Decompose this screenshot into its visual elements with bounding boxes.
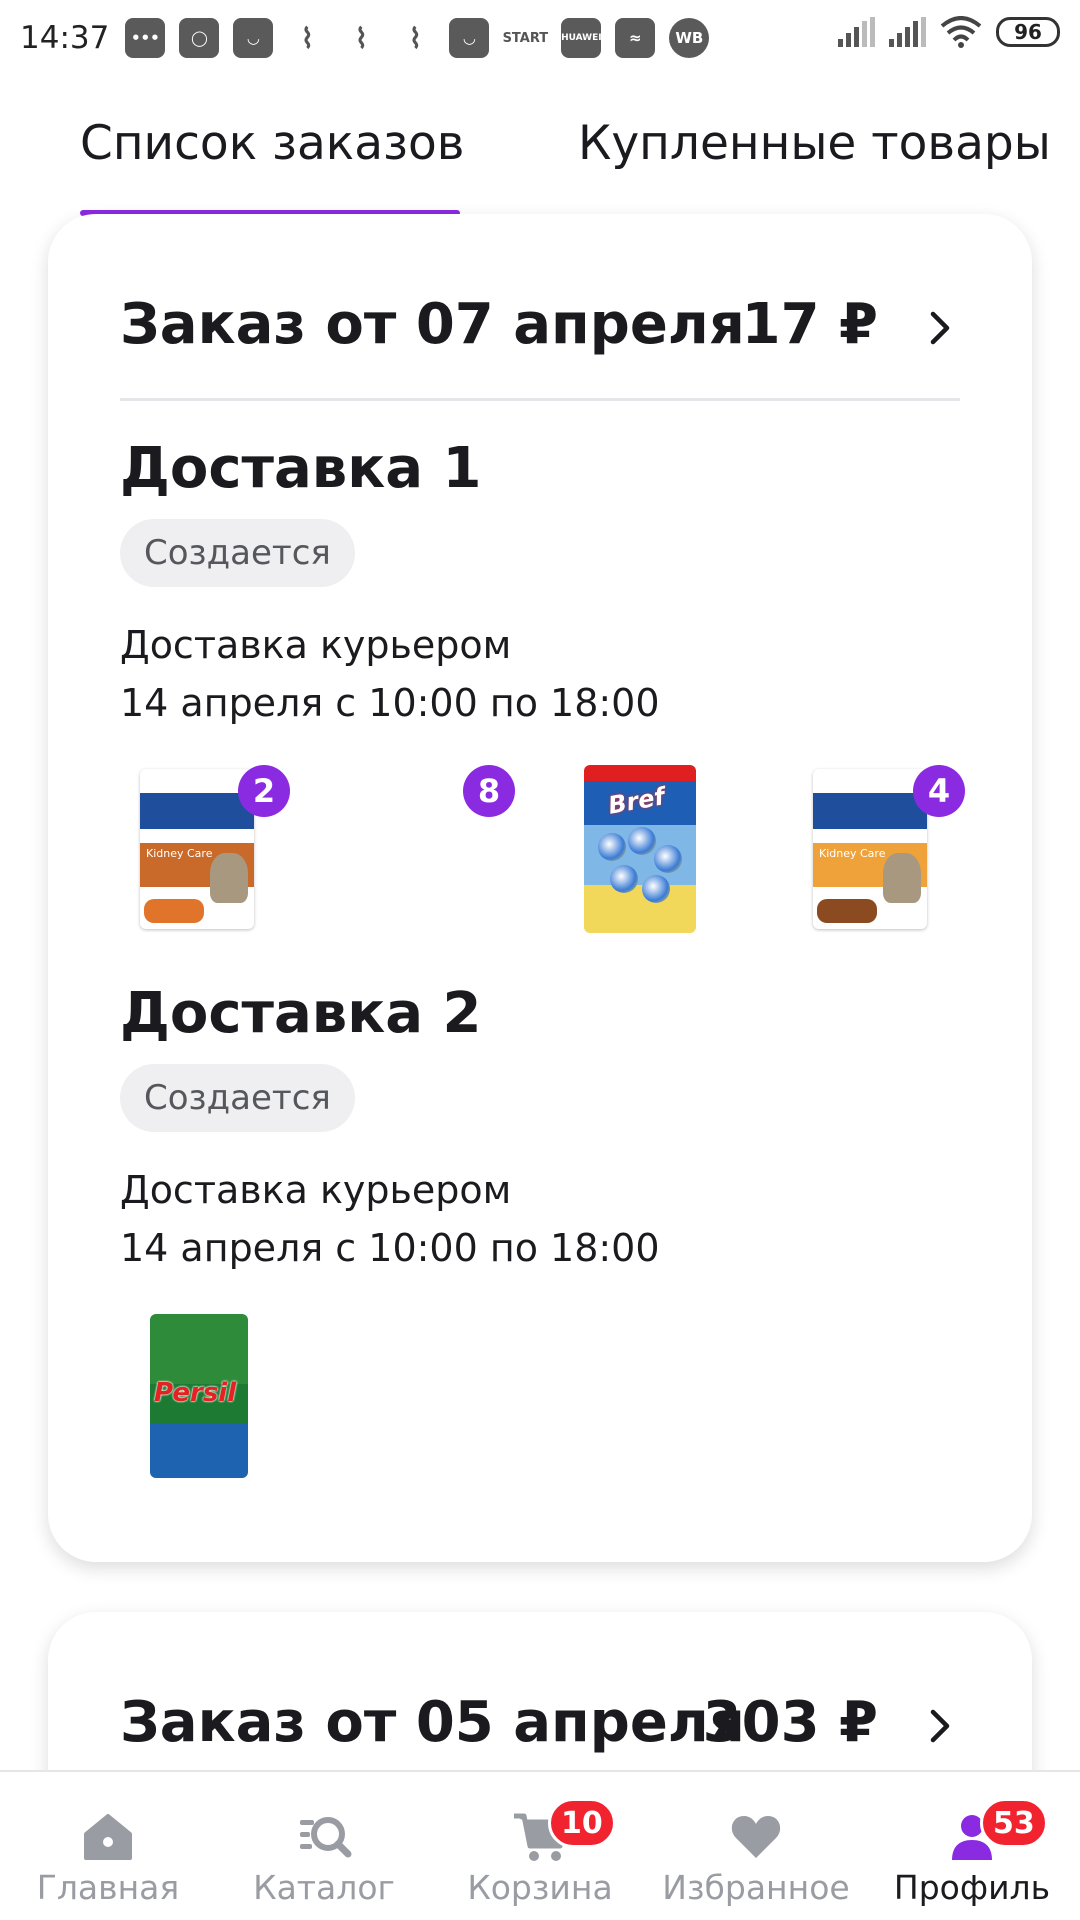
order-price: 303 ₽ — [702, 1690, 878, 1755]
chat-app-icon: ◯ — [179, 18, 220, 58]
nav-item-favorites[interactable]: Избранное — [648, 1772, 864, 1920]
nav-item-home[interactable]: Главная — [0, 1772, 216, 1920]
nav-item-catalog[interactable]: Каталог — [216, 1772, 432, 1920]
alligator-app-icon: ≈ — [615, 18, 656, 58]
product-thumbnail[interactable]: Persil — [144, 1310, 294, 1480]
tab-orders-list[interactable]: Список заказов — [80, 116, 464, 171]
pouch-label: Kidney Care — [819, 847, 886, 860]
order-title: Заказ от 07 апреля — [120, 292, 745, 357]
rss-icon: ⌇ — [300, 21, 315, 55]
product-thumbnail[interactable]: 8 — [345, 765, 515, 935]
order-card[interactable]: Заказ от 07 апреля 17 ₽ Доставка 1 Созда… — [48, 214, 1032, 1562]
catalog-search-icon — [300, 1817, 352, 1858]
bref-toilet-blocks-image: Bref — [584, 765, 696, 933]
profile-count-badge: 53 — [980, 1798, 1048, 1848]
huawei-app-icon: HUAWEI — [561, 18, 602, 58]
delivery-method: Доставка курьером — [120, 1168, 512, 1212]
delivery-time: 14 апреля с 10:00 по 18:00 — [120, 1226, 660, 1270]
wildberries-app-icon: WB — [669, 18, 710, 58]
hills-kidney-care-chicken-image: Kidney Care — [140, 769, 254, 929]
rss-icon: ⌇ — [408, 21, 423, 55]
persil-detergent-image: Persil — [150, 1314, 248, 1478]
bref-logo: Bref — [606, 782, 667, 820]
divider — [120, 398, 960, 401]
product-thumbnails: Kidney Care 2 8 Bref Kidney Care 4 — [120, 765, 965, 935]
product-count-badge: 2 — [238, 765, 290, 817]
status-bar: 14:37 ••• ◯ ◡ ⌇ ⌇ ⌇ ◡ START HUAWEI ≈ WB — [0, 0, 1080, 76]
heart-icon — [731, 1816, 781, 1858]
product-count-badge: 4 — [913, 765, 965, 817]
delivery-title: Доставка 2 — [120, 981, 482, 1046]
status-time: 14:37 — [20, 20, 110, 56]
product-thumbnail[interactable]: Bref — [570, 765, 720, 935]
start-app-icon: START — [502, 30, 549, 46]
delivery-method: Доставка курьером — [120, 623, 512, 667]
nav-label: Каталог — [253, 1868, 395, 1907]
product-count-badge: 8 — [463, 765, 515, 817]
delivery-section: Доставка 2 Создается Доставка курьером 1… — [120, 981, 960, 1480]
nav-label: Главная — [36, 1868, 180, 1907]
nav-item-profile[interactable]: Профиль 53 — [864, 1772, 1080, 1920]
status-badge: Создается — [120, 519, 355, 587]
chevron-right-icon[interactable] — [920, 1706, 960, 1746]
order-tabs: Список заказов Купленные товары — [0, 76, 1080, 216]
messages-icon: ••• — [125, 18, 166, 58]
product-thumbnail[interactable]: Kidney Care 4 — [793, 765, 965, 935]
battery-icon: 96 — [996, 17, 1060, 47]
order-price: 17 ₽ — [741, 292, 878, 357]
wifi-icon — [940, 16, 982, 48]
product-thumbnail[interactable]: Kidney Care 2 — [120, 765, 290, 935]
home-icon — [84, 1814, 132, 1860]
pouch-label: Kidney Care — [146, 847, 213, 860]
nav-label: Профиль — [893, 1868, 1051, 1907]
signal-icon — [889, 17, 926, 47]
hills-kidney-care-beef-image: Kidney Care — [813, 769, 927, 929]
system-icons: 96 — [838, 16, 1060, 48]
status-badge: Создается — [120, 1064, 355, 1132]
persil-logo: Persil — [154, 1378, 237, 1408]
signal-icon — [838, 17, 875, 47]
nav-item-cart[interactable]: Корзина 10 — [432, 1772, 648, 1920]
notification-icons: ••• ◯ ◡ ⌇ ⌇ ⌇ ◡ START HUAWEI ≈ WB — [125, 18, 710, 58]
bottom-navigation: Главная Каталог Корзина 10 Избранное Про… — [0, 1770, 1080, 1920]
cart-count-badge: 10 — [548, 1798, 616, 1848]
orders-screen: 14:37 ••• ◯ ◡ ⌇ ⌇ ⌇ ◡ START HUAWEI ≈ WB — [0, 0, 1080, 1920]
delivery-time: 14 апреля с 10:00 по 18:00 — [120, 681, 660, 725]
tab-bought-items[interactable]: Купленные товары — [578, 116, 1051, 171]
nav-label: Корзина — [467, 1868, 613, 1907]
product-thumbnails: Persil — [120, 1310, 960, 1480]
order-header[interactable]: Заказ от 07 апреля 17 ₽ — [120, 274, 960, 374]
shop-bag-icon: ◡ — [233, 18, 274, 58]
chevron-right-icon[interactable] — [920, 308, 960, 348]
nav-label: Избранное — [662, 1868, 850, 1907]
delivery-section: Доставка 1 Создается Доставка курьером 1… — [120, 436, 965, 935]
shop-bag-icon: ◡ — [449, 18, 490, 58]
order-header[interactable]: Заказ от 05 апреля 303 ₽ — [120, 1672, 960, 1772]
rss-icon: ⌇ — [354, 21, 369, 55]
order-title: Заказ от 05 апреля — [120, 1690, 745, 1755]
delivery-title: Доставка 1 — [120, 436, 482, 501]
